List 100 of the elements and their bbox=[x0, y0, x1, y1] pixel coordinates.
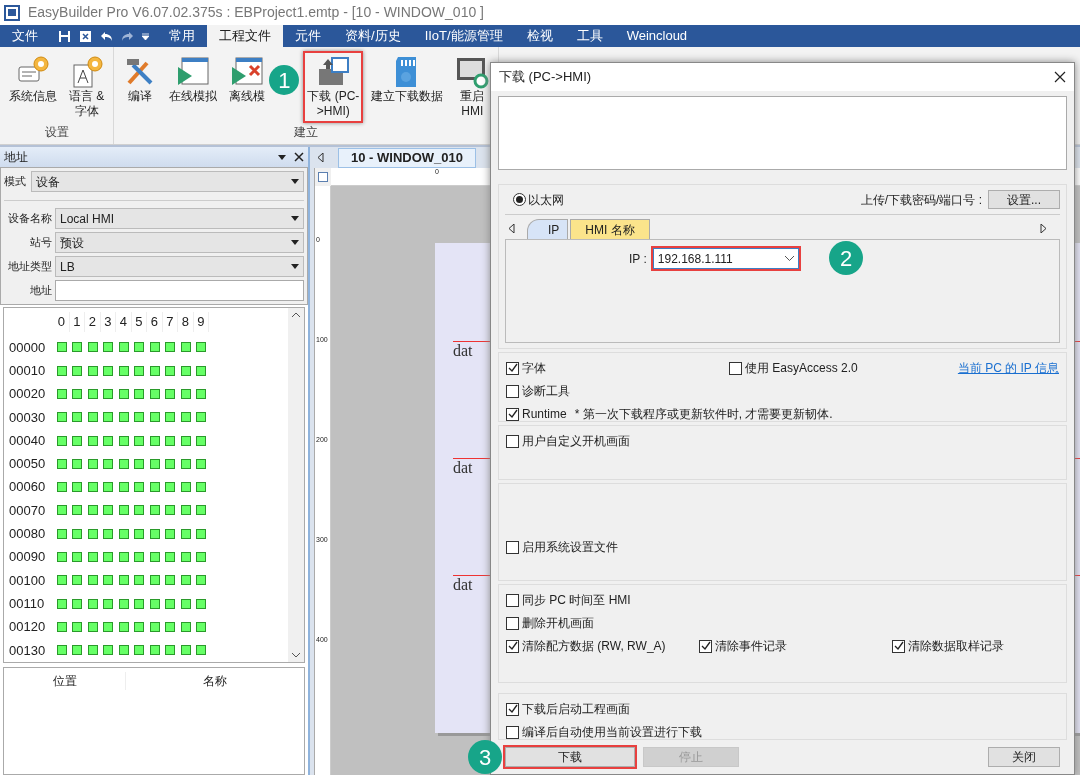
checkbox[interactable] bbox=[506, 702, 519, 716]
bit-indicator[interactable] bbox=[180, 342, 191, 353]
bit-indicator[interactable] bbox=[118, 575, 129, 586]
bit-indicator[interactable] bbox=[196, 342, 207, 353]
bit-indicator[interactable] bbox=[180, 458, 191, 469]
bit-indicator[interactable] bbox=[149, 365, 160, 376]
bit-indicator[interactable] bbox=[134, 598, 145, 609]
bit-indicator[interactable] bbox=[196, 389, 207, 399]
bit-indicator[interactable] bbox=[134, 621, 145, 632]
bit-indicator[interactable] bbox=[103, 528, 114, 539]
bit-indicator[interactable] bbox=[87, 621, 98, 632]
bit-indicator[interactable] bbox=[103, 458, 114, 469]
bit-indicator[interactable] bbox=[149, 389, 160, 399]
bit-indicator[interactable] bbox=[118, 552, 129, 563]
checkbox[interactable] bbox=[892, 639, 905, 653]
bit-indicator[interactable] bbox=[103, 598, 114, 609]
bit-indicator[interactable] bbox=[87, 645, 98, 656]
bit-indicator[interactable] bbox=[134, 645, 145, 656]
ribbon-button[interactable]: 在线模拟 bbox=[165, 51, 222, 108]
bit-indicator[interactable] bbox=[56, 458, 67, 469]
bit-indicator[interactable] bbox=[180, 552, 191, 563]
bit-indicator[interactable] bbox=[180, 435, 191, 446]
bit-indicator[interactable] bbox=[134, 435, 145, 446]
bit-indicator[interactable] bbox=[87, 528, 98, 539]
checkbox[interactable] bbox=[506, 639, 519, 653]
bit-indicator[interactable] bbox=[165, 528, 176, 539]
bit-indicator[interactable] bbox=[149, 435, 160, 446]
checkbox[interactable] bbox=[729, 361, 742, 375]
bit-indicator[interactable] bbox=[118, 621, 129, 632]
ip-info-link[interactable]: 当前 PC 的 IP 信息 bbox=[957, 359, 1059, 377]
bit-indicator[interactable] bbox=[56, 505, 67, 516]
bit-indicator[interactable] bbox=[134, 412, 145, 423]
bit-indicator[interactable] bbox=[118, 342, 129, 353]
bit-indicator[interactable] bbox=[149, 552, 160, 563]
checkbox[interactable] bbox=[699, 639, 712, 653]
bit-indicator[interactable] bbox=[196, 458, 207, 469]
checkbox[interactable] bbox=[506, 616, 519, 630]
tab-scroll-right-icon[interactable] bbox=[1040, 224, 1046, 233]
bit-indicator[interactable] bbox=[118, 435, 129, 446]
bit-indicator[interactable] bbox=[87, 482, 98, 493]
bit-indicator[interactable] bbox=[196, 528, 207, 539]
bit-indicator[interactable] bbox=[180, 482, 191, 493]
bit-indicator[interactable] bbox=[149, 528, 160, 539]
bit-indicator[interactable] bbox=[165, 505, 176, 516]
bit-indicator[interactable] bbox=[103, 505, 114, 516]
bit-indicator[interactable] bbox=[118, 482, 129, 493]
bit-indicator[interactable] bbox=[180, 645, 191, 656]
bit-indicator[interactable] bbox=[87, 552, 98, 563]
bit-indicator[interactable] bbox=[196, 435, 207, 446]
bit-indicator[interactable] bbox=[72, 621, 83, 632]
bit-indicator[interactable] bbox=[196, 365, 207, 376]
bit-indicator[interactable] bbox=[134, 575, 145, 586]
bit-indicator[interactable] bbox=[180, 575, 191, 586]
bit-indicator[interactable] bbox=[118, 598, 129, 609]
bit-indicator[interactable] bbox=[134, 389, 145, 399]
ribbon-button[interactable]: 语言 & 字体 bbox=[65, 51, 109, 123]
bit-indicator[interactable] bbox=[72, 598, 83, 609]
bit-indicator[interactable] bbox=[165, 645, 176, 656]
bit-indicator[interactable] bbox=[134, 505, 145, 516]
bit-indicator[interactable] bbox=[118, 365, 129, 376]
bit-indicator[interactable] bbox=[134, 528, 145, 539]
checkbox[interactable] bbox=[506, 725, 519, 739]
bit-indicator[interactable] bbox=[165, 482, 176, 493]
bit-indicator[interactable] bbox=[134, 458, 145, 469]
tab[interactable]: HMI 名称 bbox=[570, 219, 650, 239]
bit-indicator[interactable] bbox=[87, 435, 98, 446]
checkbox[interactable] bbox=[506, 434, 519, 448]
bit-indicator[interactable] bbox=[72, 412, 83, 423]
bit-indicator[interactable] bbox=[72, 528, 83, 539]
bit-indicator[interactable] bbox=[196, 645, 207, 656]
dropdown[interactable]: 预设 bbox=[55, 232, 304, 253]
bit-indicator[interactable] bbox=[103, 621, 114, 632]
bit-indicator[interactable] bbox=[180, 412, 191, 423]
bit-indicator[interactable] bbox=[180, 598, 191, 609]
tab-scroll-left-icon[interactable] bbox=[509, 224, 515, 233]
radio-button[interactable] bbox=[513, 193, 526, 206]
menu-tab[interactable]: Weincloud bbox=[614, 25, 700, 47]
menu-tab[interactable]: 元件 bbox=[283, 25, 333, 47]
bit-indicator[interactable] bbox=[87, 575, 98, 586]
bit-indicator[interactable] bbox=[87, 458, 98, 469]
bit-indicator[interactable] bbox=[56, 645, 67, 656]
bit-indicator[interactable] bbox=[56, 528, 67, 539]
dropdown-arrow-icon[interactable] bbox=[142, 32, 149, 40]
checkbox[interactable] bbox=[506, 407, 519, 421]
bit-indicator[interactable] bbox=[87, 389, 98, 399]
tab[interactable]: IP bbox=[527, 219, 569, 239]
bit-indicator[interactable] bbox=[72, 365, 83, 376]
bit-indicator[interactable] bbox=[87, 342, 98, 353]
checkbox[interactable] bbox=[506, 361, 519, 375]
menu-tab[interactable]: 工程文件 bbox=[207, 25, 283, 47]
dialog-button[interactable]: 关闭 bbox=[988, 747, 1060, 767]
close-icon[interactable] bbox=[294, 152, 304, 162]
undo-icon[interactable] bbox=[100, 30, 113, 42]
menu-tab[interactable]: 资料/历史 bbox=[333, 25, 413, 47]
bit-indicator[interactable] bbox=[196, 552, 207, 563]
menu-tab[interactable]: IIoT/能源管理 bbox=[412, 25, 515, 47]
bit-indicator[interactable] bbox=[72, 575, 83, 586]
bit-indicator[interactable] bbox=[118, 645, 129, 656]
bit-indicator[interactable] bbox=[103, 575, 114, 586]
checkbox[interactable] bbox=[506, 384, 519, 398]
